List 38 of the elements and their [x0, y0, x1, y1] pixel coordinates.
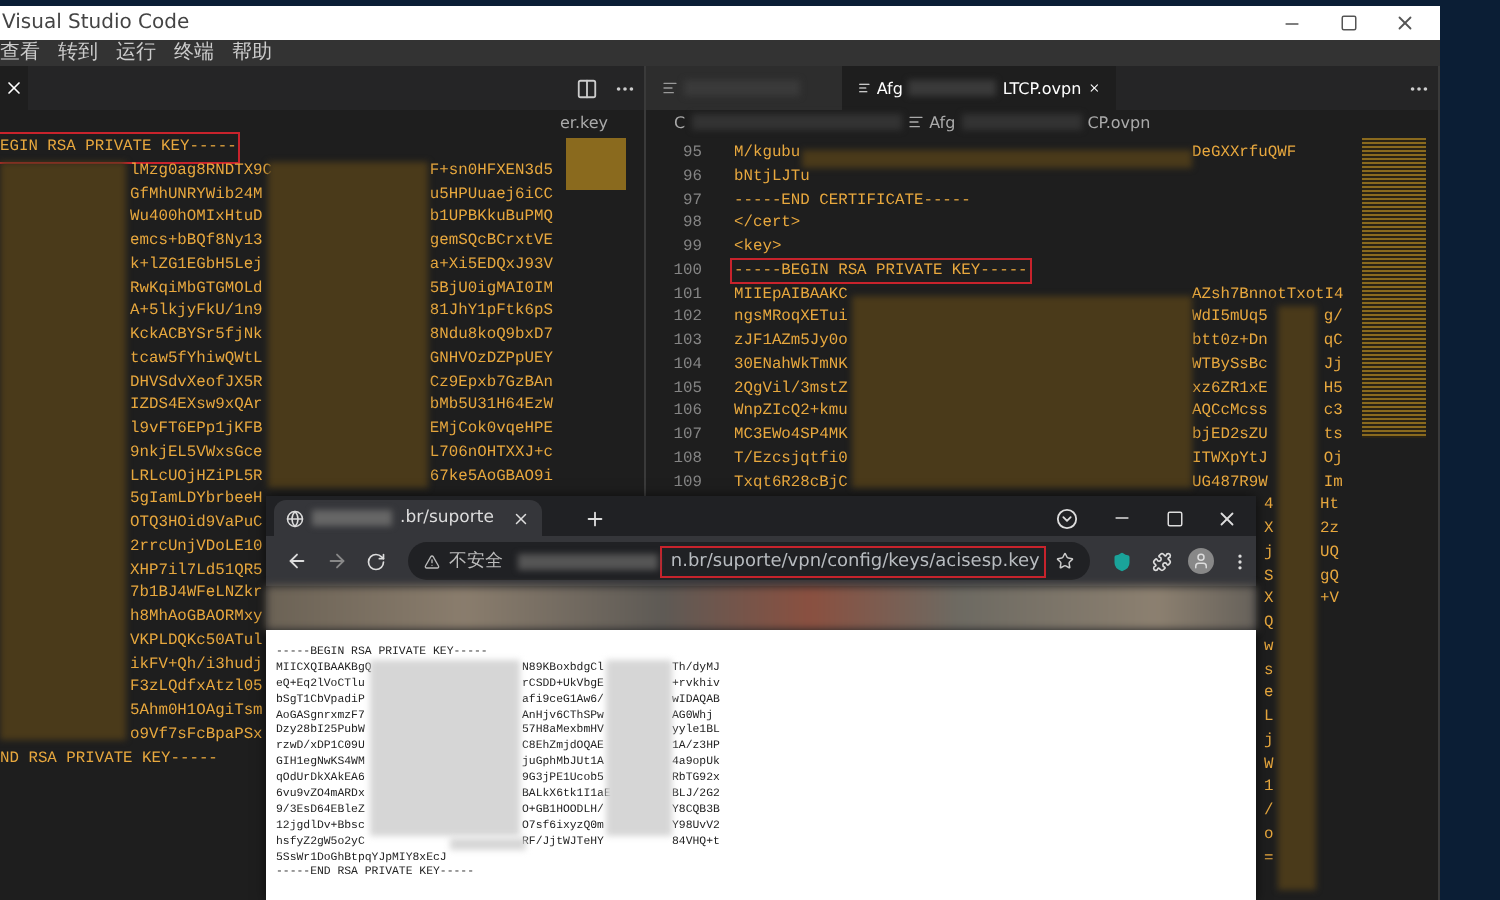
close-icon	[512, 509, 530, 527]
menu-item[interactable]: 查看	[0, 41, 40, 65]
editor-tab[interactable]	[0, 66, 28, 110]
forward-arrow-icon	[326, 550, 349, 572]
breadcrumb-folder[interactable]: C	[674, 113, 686, 131]
menu-item[interactable]: 终端	[174, 41, 214, 65]
shield-icon	[1111, 551, 1132, 571]
menu-item[interactable]: 帮助	[232, 41, 272, 65]
lines-icon	[907, 114, 924, 130]
star-icon	[1055, 552, 1074, 570]
address-bar[interactable]: 不安全 n.br/suporte/vpn/config/keys/acisesp.key	[408, 542, 1090, 580]
close-icon	[4, 78, 24, 98]
editor-tab[interactable]: Afg LTCP.ovpn	[842, 66, 1116, 110]
chevron-circle-icon	[1055, 507, 1077, 529]
plus-icon	[583, 507, 605, 529]
avatar-icon	[1191, 552, 1210, 570]
close-icon	[1215, 507, 1237, 529]
breadcrumb-file[interactable]: er.key	[560, 113, 609, 131]
profile-button[interactable]	[1184, 543, 1217, 579]
close-icon	[1087, 80, 1100, 96]
globe-icon	[286, 509, 304, 527]
window-title: Visual Studio Code	[2, 12, 190, 34]
lines-icon	[662, 80, 678, 96]
menu-item[interactable]: 运行	[116, 41, 156, 65]
menu-item[interactable]: 转到	[58, 41, 98, 65]
minimap-graphic	[566, 138, 626, 190]
browser-tab[interactable]: .br/suporte	[274, 500, 542, 536]
back-arrow-icon	[286, 550, 309, 572]
maximize-icon	[1339, 14, 1357, 32]
breadcrumb-file[interactable]: CP.ovpn	[1087, 113, 1151, 131]
close-icon	[1393, 12, 1415, 34]
maximize-icon	[1165, 509, 1183, 527]
warning-icon	[424, 553, 441, 569]
reload-icon	[366, 551, 387, 571]
lines-icon	[858, 80, 871, 96]
split-editor-icon	[576, 77, 598, 99]
puzzle-icon	[1151, 551, 1172, 571]
breadcrumb-file[interactable]: Afg	[929, 113, 956, 131]
